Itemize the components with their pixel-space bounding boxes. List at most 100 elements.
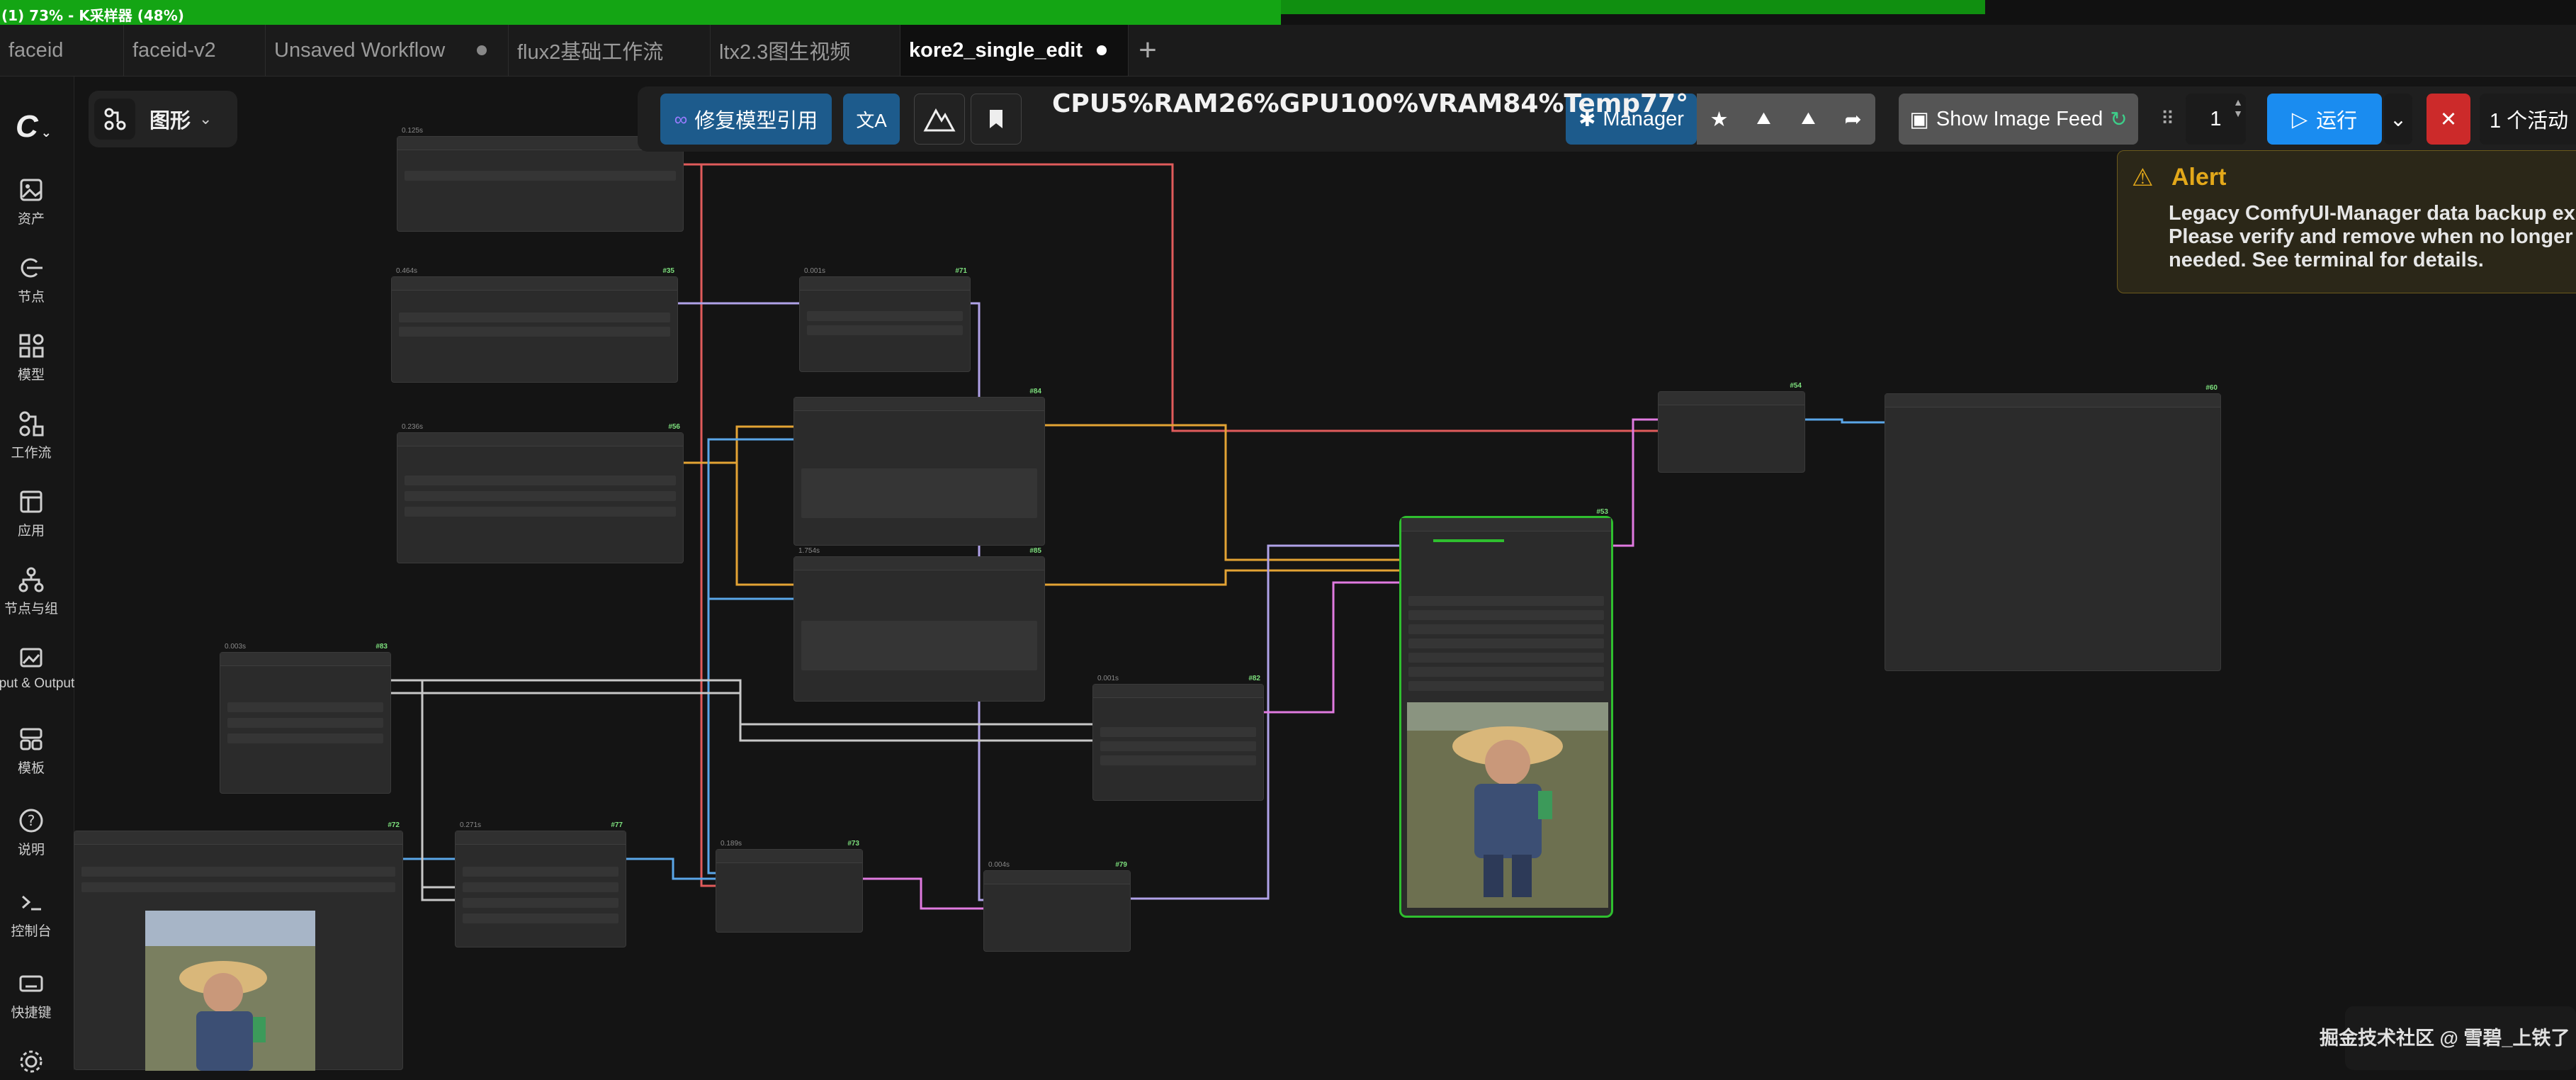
node-widget[interactable] xyxy=(1100,741,1256,751)
node-header[interactable] xyxy=(1885,394,2220,407)
node-widget[interactable] xyxy=(463,898,618,908)
node-widget[interactable] xyxy=(463,913,618,923)
star-button[interactable]: ★ xyxy=(1697,94,1741,145)
warning-icon: ⚠ xyxy=(2132,164,2154,191)
node-id: #71 xyxy=(955,267,967,275)
wire-blue xyxy=(620,857,721,880)
graph-node[interactable]: 0.464s #35 xyxy=(391,267,678,383)
close-icon: ✕ xyxy=(2439,108,2458,131)
node-header[interactable] xyxy=(1659,392,1804,405)
child-photo-image xyxy=(145,911,315,1071)
share-button[interactable]: ➦ xyxy=(1831,94,1875,145)
node-id: #72 xyxy=(388,821,400,829)
node-header[interactable] xyxy=(1093,685,1263,698)
graph-node[interactable]: 0.001s #82 xyxy=(1092,675,1264,801)
node-widget[interactable] xyxy=(405,507,676,517)
crystools-button[interactable] xyxy=(914,94,965,145)
node-header[interactable] xyxy=(456,831,626,845)
node-header[interactable] xyxy=(984,871,1130,884)
graph-node[interactable]: #72 xyxy=(74,821,403,1071)
node-header[interactable] xyxy=(716,850,862,863)
node-progress-bar xyxy=(1433,539,1504,542)
graph-node[interactable]: 0.003s #83 xyxy=(220,643,391,794)
graph-node[interactable]: 1.754s #85 xyxy=(793,547,1045,702)
drag-handle-icon[interactable]: ⠿ xyxy=(2161,108,2174,130)
node-id: #82 xyxy=(1248,675,1260,682)
graph-node[interactable]: 0.125s xyxy=(397,127,684,232)
node-header[interactable] xyxy=(794,557,1044,570)
node-exec-time: 0.464s xyxy=(396,267,418,275)
node-widget[interactable] xyxy=(1100,727,1256,737)
active-queue-button[interactable]: 1 个活动 xyxy=(2480,94,2576,145)
node-exec-time: 0.125s xyxy=(402,127,424,135)
node-widget[interactable] xyxy=(399,313,670,322)
run-button[interactable]: ▷ 运行 xyxy=(2267,94,2382,145)
graph-node[interactable]: 0.236s #56 xyxy=(397,423,684,563)
node-widget[interactable] xyxy=(1408,596,1604,606)
node-widget[interactable] xyxy=(463,867,618,877)
graph-node[interactable]: 0.001s #71 xyxy=(799,267,971,372)
node-header[interactable] xyxy=(800,277,970,291)
node-header[interactable] xyxy=(392,277,677,291)
node-widget[interactable] xyxy=(1100,755,1256,765)
model-a-button[interactable]: ⛰ xyxy=(1741,94,1786,145)
node-widget[interactable] xyxy=(463,882,618,892)
node-widget[interactable] xyxy=(1408,639,1604,648)
node-header[interactable] xyxy=(794,398,1044,411)
queue-count-input[interactable]: 1 ▲ ▼ xyxy=(2186,94,2246,145)
mountain-icon: ⛰ xyxy=(1756,109,1771,128)
graph-node[interactable]: 0.189s #73 xyxy=(716,840,863,933)
child-photo-image xyxy=(1407,702,1608,908)
preview-image xyxy=(145,911,315,1071)
wire-pink xyxy=(857,877,988,910)
node-widget[interactable] xyxy=(807,311,963,321)
run-options-button[interactable]: ⌄ xyxy=(2384,94,2412,145)
node-header[interactable] xyxy=(1401,518,1611,531)
node-widget[interactable] xyxy=(405,491,676,501)
node-widget[interactable] xyxy=(1408,681,1604,691)
node-widget[interactable] xyxy=(227,733,383,743)
node-id: #83 xyxy=(375,643,388,651)
node-widget[interactable] xyxy=(227,718,383,728)
show-image-feed-button[interactable]: ▣ Show Image Feed ↻ xyxy=(1899,94,2138,145)
bookmark-icon xyxy=(990,110,1002,128)
node-header[interactable] xyxy=(220,653,390,666)
node-exec-time: 0.004s xyxy=(988,861,1010,869)
graph-node[interactable]: #54 xyxy=(1658,382,1805,473)
node-widget[interactable] xyxy=(81,882,395,892)
node-header[interactable] xyxy=(74,831,402,845)
fix-model-ref-button[interactable]: ∞ 修复模型引用 xyxy=(660,94,832,145)
stepper-icon[interactable]: ▲ ▼ xyxy=(2233,96,2243,119)
model-b-button[interactable]: ⛰ xyxy=(1786,94,1831,145)
node-widget[interactable] xyxy=(801,468,1037,518)
graph-node[interactable]: 0.271s #77 xyxy=(455,821,626,947)
node-widget[interactable] xyxy=(801,621,1037,670)
graph-view-selector[interactable]: 图形 ⌄ xyxy=(89,91,237,147)
graph-node[interactable]: 0.004s #79 xyxy=(983,861,1131,952)
alert-toast[interactable]: ⚠ Alert Legacy ComfyUI-Manager data back… xyxy=(2117,150,2576,293)
graph-node[interactable]: #60 xyxy=(1885,384,2221,671)
node-widget[interactable] xyxy=(405,476,676,485)
node-id: #84 xyxy=(1029,388,1041,395)
node-widget[interactable] xyxy=(81,867,395,877)
node-widget[interactable] xyxy=(1408,667,1604,677)
node-widget[interactable] xyxy=(1408,610,1604,620)
graph-node[interactable]: #84 xyxy=(793,388,1045,546)
translate-button[interactable]: 文A xyxy=(843,94,900,145)
node-widget[interactable] xyxy=(1408,653,1604,663)
alert-message: Legacy ComfyUI-Manager data backup exis … xyxy=(2169,202,2576,271)
node-id: #54 xyxy=(1790,382,1802,390)
node-id: #77 xyxy=(611,821,623,829)
mountain-logo-icon xyxy=(923,108,956,132)
node-widget[interactable] xyxy=(1408,624,1604,634)
node-widget[interactable] xyxy=(405,171,676,181)
node-widget[interactable] xyxy=(227,702,383,712)
chevron-down-icon: ⌄ xyxy=(2389,108,2407,131)
bookmark-button[interactable] xyxy=(971,94,1022,145)
node-widget[interactable] xyxy=(807,325,963,335)
cancel-run-button[interactable]: ✕ xyxy=(2427,94,2470,145)
graph-view-label: 图形 xyxy=(149,110,191,133)
node-header[interactable] xyxy=(397,433,683,446)
node-widget[interactable] xyxy=(399,327,670,337)
graph-node-selected[interactable]: #53 xyxy=(1399,508,1613,918)
